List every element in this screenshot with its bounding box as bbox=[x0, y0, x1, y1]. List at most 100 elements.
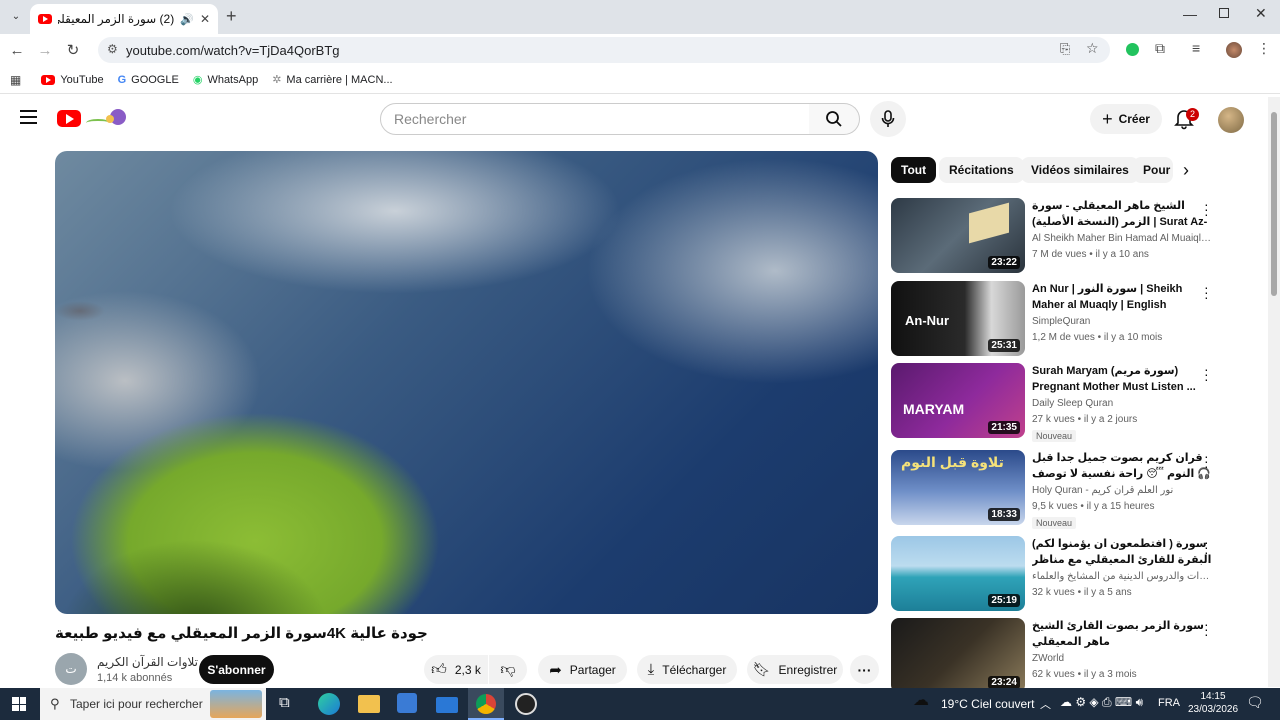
weather-text[interactable]: 19°C Ciel couvert bbox=[941, 697, 1035, 711]
rec-title[interactable]: الشيخ ماهر المعيقلي - سورة الزمر (النسخة… bbox=[1032, 198, 1212, 230]
chip-all[interactable]: Tout bbox=[891, 157, 937, 183]
bookmark-google[interactable]: G GOOGLE bbox=[118, 74, 179, 86]
chips-next-icon[interactable]: › bbox=[1183, 160, 1189, 181]
subscribe-button[interactable]: S'abonner bbox=[199, 655, 274, 684]
rec-menu-icon[interactable]: · · · bbox=[1204, 449, 1209, 473]
tab-search-icon[interactable]: ⌄ bbox=[6, 8, 26, 26]
rec-channel[interactable]: افضل التلاوات والدروس الدينية من المشايخ… bbox=[1032, 571, 1212, 582]
rec-meta: 27 k vues • il y a 2 jours bbox=[1032, 414, 1138, 425]
recommendation-item[interactable]: An-Nur 25:31 An Nur | سورة النور | Sheik… bbox=[891, 280, 1261, 357]
hamburger-menu-icon[interactable] bbox=[20, 110, 37, 124]
video-thumbnail[interactable]: تلاوة قبل النوم 18:33 bbox=[891, 450, 1025, 525]
chrome-menu-icon[interactable]: ⋮ bbox=[1257, 40, 1271, 57]
video-thumbnail[interactable]: 23:24 bbox=[891, 618, 1025, 688]
like-button[interactable]: 👍︎ 2,3 k bbox=[424, 655, 488, 684]
video-duration: 25:19 bbox=[988, 594, 1020, 607]
video-player[interactable] bbox=[55, 151, 878, 614]
rec-channel[interactable]: Holy Quran - نور العلم قرآن كريم bbox=[1032, 485, 1212, 496]
apps-grid-icon[interactable]: ▦ bbox=[10, 73, 21, 87]
site-info-icon[interactable]: ⚙ bbox=[107, 42, 118, 56]
search-button[interactable] bbox=[809, 103, 860, 135]
chip-recitations[interactable]: Récitations bbox=[939, 157, 1024, 183]
address-bar[interactable]: ⚙ youtube.com/watch?v=TjDa4QorBTg ⎘ ☆ bbox=[98, 37, 1110, 63]
search-input[interactable]: Rechercher bbox=[380, 103, 810, 135]
rec-title[interactable]: سورة الزمر بصوت القارئ الشيخ ماهر المعيق… bbox=[1032, 618, 1212, 650]
recommendation-item[interactable]: تلاوة قبل النوم 18:33 قران كريم بصوت جمي… bbox=[891, 449, 1261, 529]
video-thumbnail[interactable]: 25:19 bbox=[891, 536, 1025, 611]
tray-chevron-icon[interactable]: ︿ bbox=[1040, 696, 1051, 712]
bookmark-ma-carriere[interactable]: ✲ Ma carrière | MACN... bbox=[272, 73, 392, 87]
doodle-logo-icon[interactable] bbox=[84, 107, 130, 129]
rec-channel[interactable]: Daily Sleep Quran bbox=[1032, 398, 1212, 409]
bookmark-star-icon[interactable]: ☆ bbox=[1086, 40, 1099, 57]
clock-app-icon[interactable] bbox=[515, 693, 537, 715]
video-thumbnail[interactable]: MARYAM 21:35 bbox=[891, 363, 1025, 438]
rec-menu-icon[interactable]: · · · bbox=[1204, 535, 1209, 559]
mail-icon[interactable] bbox=[436, 697, 458, 713]
rec-menu-icon[interactable]: · · · bbox=[1204, 618, 1209, 641]
recommendation-item[interactable]: 25:19 (افتطمعون ان يؤمنوا لكم ) سورة الب… bbox=[891, 535, 1261, 612]
recommendation-item[interactable]: 23:24 سورة الزمر بصوت القارئ الشيخ ماهر … bbox=[891, 618, 1261, 688]
dislike-button[interactable]: 👎︎ bbox=[489, 655, 527, 684]
account-avatar[interactable] bbox=[1218, 107, 1244, 133]
rec-title[interactable]: An Nur | سورة النور | Sheikh Maher al Mu… bbox=[1032, 281, 1212, 313]
download-button[interactable]: ⤓ Télécharger bbox=[637, 655, 737, 684]
create-button[interactable]: + Créer bbox=[1090, 104, 1162, 134]
chip-similar-videos[interactable]: Vidéos similaires bbox=[1021, 157, 1139, 183]
system-clock[interactable]: 14:15 23/03/2026 bbox=[1188, 690, 1238, 716]
voice-search-button[interactable] bbox=[870, 101, 906, 137]
rec-meta: 9,5 k vues • il y a 15 heures bbox=[1032, 501, 1155, 512]
save-button[interactable]: 🔖︎ Enregistrer bbox=[747, 655, 843, 684]
install-app-icon[interactable]: ⎘ bbox=[1060, 41, 1070, 57]
channel-name[interactable]: تلاوات القرآن الكريم bbox=[97, 655, 198, 669]
back-icon[interactable]: ← bbox=[3, 36, 31, 64]
extension-green-icon[interactable] bbox=[1126, 43, 1139, 56]
more-actions-button[interactable]: ··· bbox=[850, 655, 879, 684]
edge-icon[interactable] bbox=[318, 693, 340, 715]
store-icon[interactable] bbox=[397, 693, 417, 713]
rec-title[interactable]: (افتطمعون ان يؤمنوا لكم ) سورة البقرة لل… bbox=[1032, 536, 1212, 568]
profile-avatar-icon[interactable] bbox=[1226, 42, 1242, 58]
close-window-icon[interactable]: ✕ bbox=[1255, 5, 1267, 22]
extensions-icon[interactable]: ⧉ bbox=[1155, 40, 1165, 57]
maximize-icon[interactable] bbox=[1219, 8, 1229, 18]
speaker-icon[interactable]: 🔊 bbox=[180, 13, 194, 26]
minimize-icon[interactable]: — bbox=[1183, 6, 1197, 22]
scrollbar-thumb[interactable] bbox=[1271, 112, 1277, 296]
rec-title[interactable]: Surah Maryam (سورة مريم) Pregnant Mother… bbox=[1032, 363, 1212, 395]
chip-pour[interactable]: Pour bbox=[1133, 157, 1173, 183]
url-text: youtube.com/watch?v=TjDa4QorBTg bbox=[126, 42, 340, 58]
rec-menu-icon[interactable]: · · · bbox=[1204, 197, 1209, 221]
rec-channel[interactable]: ZWorld bbox=[1032, 653, 1212, 664]
rec-menu-icon[interactable]: · · · bbox=[1204, 362, 1209, 386]
taskbar-search-input[interactable]: ⚲ Taper ici pour rechercher bbox=[40, 688, 266, 720]
rec-channel[interactable]: SimpleQuran bbox=[1032, 316, 1212, 327]
channel-avatar[interactable]: ت bbox=[55, 653, 87, 685]
media-control-icon[interactable]: ≡ bbox=[1192, 40, 1200, 56]
chrome-taskbar-active[interactable] bbox=[468, 688, 504, 720]
browser-tab[interactable]: (2) سورة الزمر المعيقلي مع ف 🔊 ✕ bbox=[30, 4, 218, 34]
recommendation-item[interactable]: MARYAM 21:35 Surah Maryam (سورة مريم) Pr… bbox=[891, 362, 1261, 442]
forward-icon[interactable]: → bbox=[31, 36, 59, 64]
rec-channel[interactable]: Al Sheikh Maher Bin Hamad Al Muaiqly | .… bbox=[1032, 233, 1212, 244]
youtube-logo-icon[interactable] bbox=[57, 110, 81, 127]
video-thumbnail[interactable]: 23:22 bbox=[891, 198, 1025, 273]
windows-start-icon[interactable] bbox=[12, 697, 26, 711]
bookmark-youtube[interactable]: YouTube bbox=[41, 74, 104, 86]
bookmark-whatsapp[interactable]: ◉ WhatsApp bbox=[193, 73, 258, 87]
task-view-icon[interactable]: ⧉ bbox=[279, 694, 290, 711]
notification-center-icon[interactable]: 🗨︎ bbox=[1246, 694, 1264, 711]
rec-title[interactable]: قران كريم بصوت جميل جدا قبل النوم 😴 راحة… bbox=[1032, 450, 1212, 482]
bookmark-icon: 🔖︎ bbox=[752, 661, 771, 677]
reload-icon[interactable]: ↻ bbox=[59, 36, 87, 64]
clock-time: 14:15 bbox=[1200, 691, 1226, 702]
language-indicator[interactable]: FRA bbox=[1158, 697, 1180, 709]
tab-close-icon[interactable]: ✕ bbox=[200, 12, 210, 26]
recommendation-item[interactable]: 23:22 الشيخ ماهر المعيقلي - سورة الزمر (… bbox=[891, 197, 1261, 274]
tray-icons[interactable]: ☁ ⚙ ◈ ⎙ ⌨ 🔊︎ bbox=[1060, 695, 1143, 710]
rec-menu-icon[interactable]: · · · bbox=[1204, 280, 1209, 304]
video-thumbnail[interactable]: An-Nur 25:31 bbox=[891, 281, 1025, 356]
file-explorer-icon[interactable] bbox=[358, 695, 380, 713]
new-tab-icon[interactable]: + bbox=[226, 6, 237, 27]
share-button[interactable]: ➦ Partager bbox=[538, 655, 627, 684]
